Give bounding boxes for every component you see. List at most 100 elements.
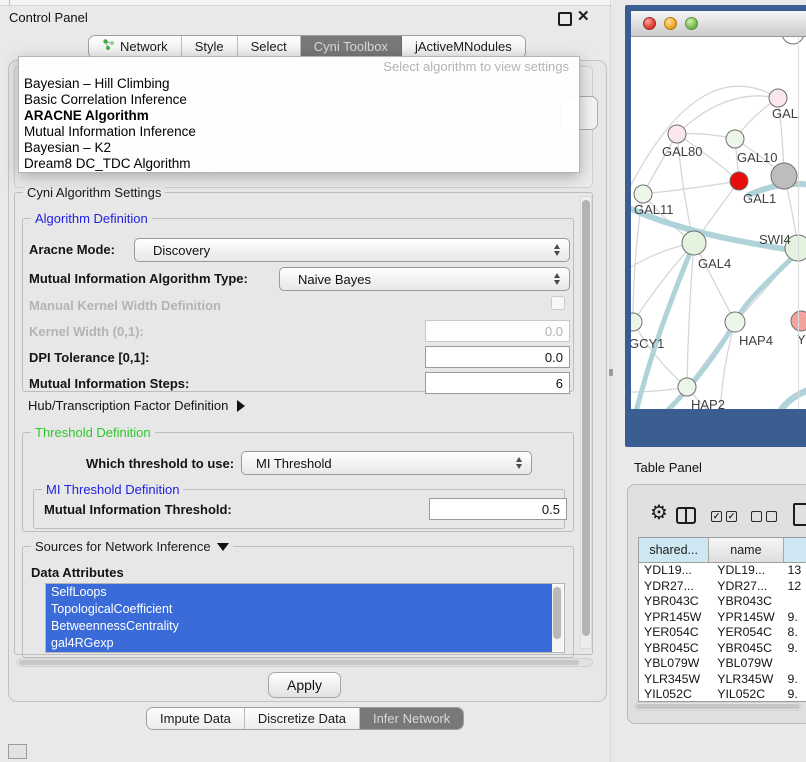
network-node[interactable] (730, 172, 748, 190)
network-node[interactable] (769, 89, 787, 107)
table-row[interactable]: YER054CYER054C8. (639, 625, 806, 641)
apply-button[interactable]: Apply (268, 672, 341, 698)
table-row[interactable]: YPR145WYPR145W9. (639, 610, 806, 626)
network-edge[interactable] (643, 181, 739, 194)
table-row[interactable]: YBR045CYBR045C9. (639, 641, 806, 657)
network-node[interactable] (634, 185, 652, 203)
table-cell: YIL052C (709, 687, 783, 701)
aracne-mode-label: Aracne Mode: (29, 242, 115, 257)
algorithm-option[interactable]: Dream8 DC_TDC Algorithm (19, 156, 579, 172)
split-divider[interactable] (610, 0, 611, 762)
sources-title: Sources for Network Inference (31, 539, 233, 554)
network-edge[interactable] (633, 243, 694, 322)
table-horizontal-scrollbar[interactable] (634, 702, 802, 711)
cyni-mode-tabbar: Impute Data Discretize DataInfer Network (146, 707, 464, 730)
algorithm-option[interactable]: Mutual Information Inference (19, 124, 579, 140)
table-row[interactable]: YIL052CYIL052C9. (639, 687, 806, 701)
network-edge[interactable] (643, 134, 677, 194)
network-edge-thick[interactable] (773, 389, 806, 409)
network-node[interactable] (631, 313, 642, 331)
mi-threshold-field[interactable]: 0.5 (429, 498, 567, 520)
table-row[interactable]: YDR27...YDR27...12 (639, 579, 806, 595)
network-node[interactable] (668, 125, 686, 143)
panel-grip[interactable] (8, 744, 27, 759)
dpi-tolerance-field[interactable]: 0.0 (425, 346, 570, 368)
kernel-width-field[interactable]: 0.0 (425, 320, 570, 342)
stepper-icon (550, 239, 564, 261)
tab-jactivemnodules[interactable]: jActiveMNodules (402, 36, 525, 58)
close-icon[interactable]: ✕ (577, 7, 590, 25)
data-attribute-item[interactable]: TopologicalCoefficient (46, 601, 552, 618)
mi-steps-field[interactable]: 6 (425, 372, 570, 394)
settings-horizontal-scrollbar[interactable] (16, 658, 593, 667)
column-header-2[interactable]: name (709, 538, 783, 562)
algorithm-option[interactable]: ARACNE Algorithm (19, 108, 579, 124)
network-edge[interactable] (631, 86, 778, 185)
stepper-icon (512, 452, 526, 474)
table-row[interactable]: YLR345WYLR345W9. (639, 672, 806, 688)
collapse-arrow-icon[interactable] (217, 543, 229, 551)
close-traffic-light-icon[interactable] (643, 17, 656, 30)
table-row[interactable]: YBL079WYBL079W (639, 656, 806, 672)
algorithm-option[interactable]: Bayesian – Hill Climbing (19, 76, 579, 92)
aracne-mode-select[interactable]: Discovery (134, 238, 570, 262)
list-scrollbar[interactable] (552, 585, 563, 651)
network-node[interactable] (726, 130, 744, 148)
which-threshold-select[interactable]: MI Threshold (241, 451, 532, 475)
network-edge-thick[interactable] (631, 252, 798, 409)
algorithm-option[interactable]: Basic Correlation Inference (19, 92, 579, 108)
tab-infer-network[interactable]: Infer Network (360, 708, 463, 729)
tab-cyni-toolbox[interactable]: Cyni Toolbox (301, 36, 402, 58)
network-edge[interactable] (694, 243, 735, 322)
tab-network[interactable]: Network (89, 36, 182, 58)
tab-discretize-data[interactable]: Discretize Data (245, 708, 360, 729)
network-node[interactable] (725, 312, 745, 332)
sources-frame: Sources for Network Inference Data Attri… (22, 546, 574, 658)
network-node-label: GAL (772, 106, 798, 121)
columns-icon[interactable] (676, 507, 696, 524)
network-node[interactable] (682, 231, 706, 255)
tab-select[interactable]: Select (238, 36, 301, 58)
tab-label: Impute Data (160, 708, 231, 730)
network-node[interactable] (771, 163, 797, 189)
network-canvas[interactable]: GALGAL80GAL10GAL1GAL11SWI4GAL4GCY1HAP4YH… (631, 37, 806, 409)
network-edge[interactable] (687, 243, 694, 387)
data-attribute-item[interactable]: BetweennessCentrality (46, 618, 552, 635)
algorithm-option[interactable]: Bayesian – K2 (19, 140, 579, 156)
new-table-icon[interactable] (793, 503, 806, 526)
mi-threshold-label: Mutual Information Threshold: (44, 502, 232, 517)
manual-kernel-checkbox[interactable] (551, 296, 565, 310)
deselect-all-columns-icon[interactable] (751, 511, 777, 522)
hub-definition-expander[interactable]: Hub/Transcription Factor Definition (28, 398, 245, 413)
tab-style[interactable]: Style (182, 36, 238, 58)
zoom-traffic-light-icon[interactable] (685, 17, 698, 30)
node-table: shared...nameA YDL19...YDL19...13YDR27..… (638, 537, 806, 702)
network-node-label: SWI4 (759, 232, 791, 247)
table-row[interactable]: YDL19...YDL19...13 (639, 563, 806, 579)
data-attribute-item[interactable]: SelfLoops (46, 584, 552, 601)
window-top-strip (0, 0, 612, 6)
algorithm-placeholder: Select algorithm to view settings (19, 57, 579, 76)
tab-label: Network (120, 36, 168, 58)
split-divider-handle[interactable] (609, 369, 613, 376)
column-header-1[interactable]: shared... (639, 538, 709, 562)
tab-impute-data[interactable]: Impute Data (147, 708, 245, 729)
table-cell (784, 594, 806, 610)
table-cell: YER054C (709, 625, 783, 641)
mi-type-select[interactable]: Naive Bayes (279, 267, 570, 291)
column-header-3[interactable]: A (784, 538, 806, 562)
network-node[interactable] (782, 37, 804, 44)
select-all-columns-icon[interactable]: ✓✓ (711, 511, 737, 522)
network-edge[interactable] (677, 96, 778, 134)
data-attribute-item[interactable]: gal4RGexp (46, 635, 552, 652)
gear-icon[interactable]: ⚙ (650, 503, 668, 523)
table-row[interactable]: YBR043CYBR043C (639, 594, 806, 610)
settings-vertical-scrollbar[interactable] (580, 196, 592, 649)
float-panel-icon[interactable] (558, 12, 572, 26)
mi-type-label: Mutual Information Algorithm Type: (29, 271, 248, 286)
network-node[interactable] (678, 378, 696, 396)
table-cell: YPR145W (709, 610, 783, 626)
kernel-width-label: Kernel Width (0,1): (29, 324, 144, 339)
minimize-traffic-light-icon[interactable] (664, 17, 677, 30)
table-cell: 9. (784, 687, 806, 701)
